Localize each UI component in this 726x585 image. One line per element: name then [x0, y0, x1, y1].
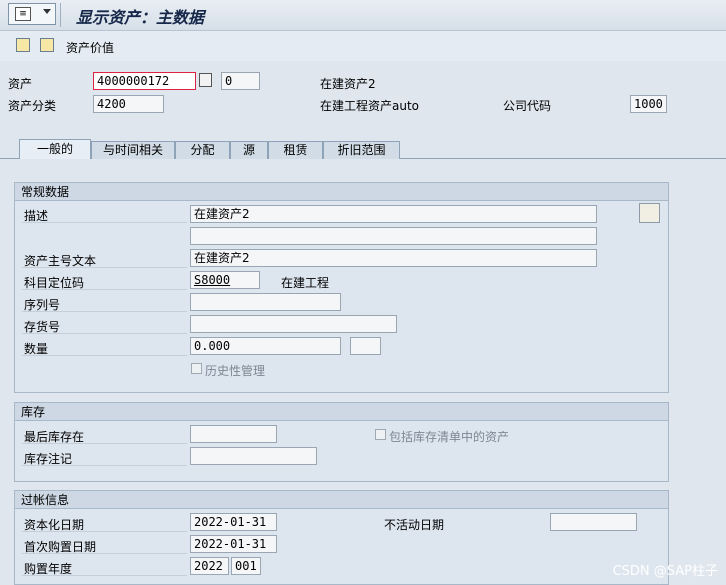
- company-code-field[interactable]: 1000: [630, 95, 667, 113]
- row-divider: [22, 575, 187, 576]
- row-divider: [22, 311, 187, 312]
- inventory-number-field[interactable]: [190, 315, 397, 333]
- asset-label: 资产: [8, 77, 33, 91]
- row-divider: [22, 553, 187, 554]
- deactivation-date-field[interactable]: [550, 513, 637, 531]
- asset-description: 在建资产2: [320, 77, 376, 91]
- previous-asset-icon[interactable]: [16, 38, 30, 52]
- tab-depreciation-areas[interactable]: 折旧范围: [323, 141, 400, 159]
- tab-leasing[interactable]: 租赁: [268, 141, 323, 159]
- tab-origin[interactable]: 源: [230, 141, 268, 159]
- deactivation-date-label: 不活动日期: [384, 518, 445, 532]
- tab-time-dependent[interactable]: 与时间相关: [91, 141, 175, 159]
- posting-info-group: 过帐信息: [14, 490, 669, 585]
- asset-class-description: 在建工程资产auto: [320, 99, 420, 113]
- next-asset-icon[interactable]: [40, 38, 54, 52]
- row-divider: [22, 531, 187, 532]
- row-divider: [22, 355, 187, 356]
- quantity-field[interactable]: 0.000: [190, 337, 341, 355]
- asset-class-field[interactable]: 4200: [93, 95, 164, 113]
- posting-info-title: 过帐信息: [15, 491, 668, 509]
- history-checkbox[interactable]: [191, 363, 202, 374]
- asset-class-label: 资产分类: [8, 99, 57, 113]
- main-text-field[interactable]: 在建资产2: [190, 249, 597, 267]
- acct-determination-description: 在建工程: [281, 276, 330, 290]
- row-divider: [22, 443, 187, 444]
- row-divider: [22, 222, 187, 223]
- acct-determination-field[interactable]: S8000: [190, 271, 260, 289]
- watermark: CSDN @SAP柱子: [612, 564, 718, 579]
- first-acquisition-date-field[interactable]: 2022-01-31: [190, 535, 277, 553]
- serial-number-field[interactable]: [190, 293, 341, 311]
- row-divider: [22, 333, 187, 334]
- title-separator: [60, 3, 61, 27]
- acquisition-year-field[interactable]: 2022: [190, 557, 229, 575]
- history-label: 历史性管理: [205, 364, 266, 378]
- system-menu-button[interactable]: ≡: [8, 3, 56, 25]
- inventory-title: 库存: [15, 403, 668, 421]
- page-title: 显示资产：主数据: [76, 8, 205, 27]
- chevron-down-icon: [43, 9, 51, 14]
- unit-field[interactable]: [350, 337, 381, 355]
- last-inventory-field[interactable]: [190, 425, 277, 443]
- description-field-2[interactable]: [190, 227, 597, 245]
- row-divider: [22, 465, 187, 466]
- row-divider: [22, 267, 187, 268]
- inventory-note-field[interactable]: [190, 447, 317, 465]
- inventory-group: 库存: [14, 402, 669, 482]
- acquisition-period-field[interactable]: 001: [231, 557, 261, 575]
- sub-number-field[interactable]: 0: [221, 72, 260, 90]
- company-code-label: 公司代码: [503, 99, 552, 113]
- description-field-1[interactable]: 在建资产2: [190, 205, 597, 223]
- asset-number-field[interactable]: 4000000172: [93, 72, 196, 90]
- menu-icon: ≡: [15, 7, 31, 21]
- long-text-icon[interactable]: [639, 203, 660, 223]
- row-divider: [22, 289, 187, 290]
- copy-icon[interactable]: [199, 73, 212, 87]
- include-inventory-list-checkbox[interactable]: [375, 429, 386, 440]
- tab-allocations[interactable]: 分配: [175, 141, 230, 159]
- asset-value-button[interactable]: 资产价值: [66, 39, 114, 56]
- general-data-title: 常规数据: [15, 183, 668, 201]
- include-inventory-list-label: 包括库存清单中的资产: [389, 430, 510, 444]
- capitalization-date-field[interactable]: 2022-01-31: [190, 513, 277, 531]
- tab-general[interactable]: 一般的: [19, 139, 91, 159]
